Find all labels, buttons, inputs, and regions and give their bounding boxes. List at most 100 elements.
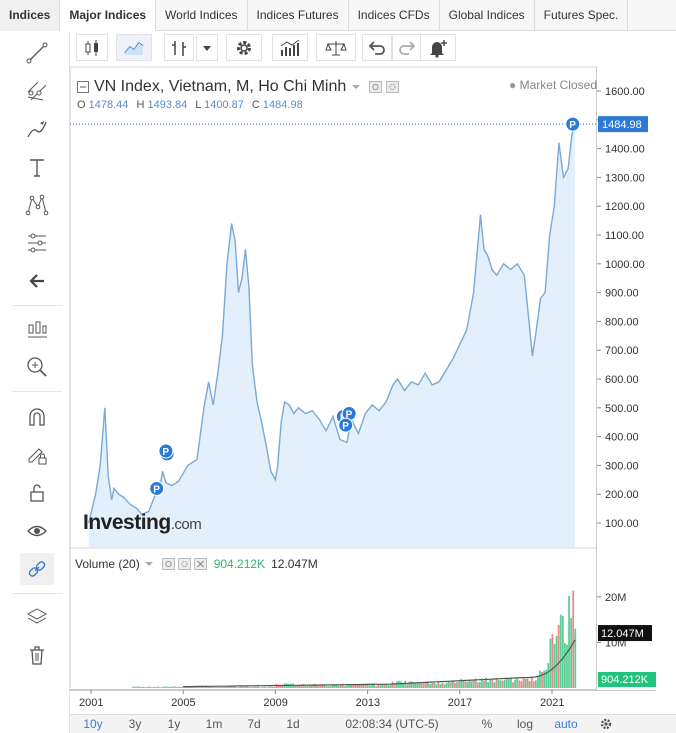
tab-futures-spec[interactable]: Futures Spec. <box>535 0 629 31</box>
volume-dropdown-icon[interactable] <box>144 559 154 569</box>
layers-icon[interactable] <box>20 601 54 633</box>
volume-bar <box>359 684 361 688</box>
trend-line-icon[interactable] <box>20 37 54 69</box>
volume-bar <box>180 687 182 688</box>
undo-icon[interactable] <box>362 34 392 61</box>
symbol-title[interactable]: VN Index, Vietnam, M, Ho Chi Minh <box>94 78 346 96</box>
volume-bar <box>184 686 186 688</box>
fib-icon[interactable] <box>20 227 54 259</box>
volume-bar <box>276 684 278 688</box>
volume-bar <box>137 686 139 688</box>
format-icon[interactable] <box>369 81 383 93</box>
compare-icon[interactable] <box>316 34 356 61</box>
volume-bar <box>398 681 400 688</box>
pattern-icon[interactable] <box>20 189 54 221</box>
magnet-icon[interactable] <box>20 401 54 433</box>
title-dropdown-icon[interactable] <box>351 82 361 92</box>
tab-world-indices[interactable]: World Indices <box>156 0 247 31</box>
volume-bar <box>531 678 533 688</box>
volume-bar <box>207 687 209 688</box>
volume-bar <box>516 678 518 688</box>
volume-format-icon[interactable] <box>162 558 176 570</box>
volume-settings-icon[interactable] <box>178 558 192 570</box>
tab-indices[interactable]: Indices <box>0 0 60 31</box>
volume-bar <box>452 681 454 688</box>
volume-ma-badge <box>598 625 652 641</box>
log-toggle[interactable]: log <box>502 717 548 731</box>
redo-icon[interactable] <box>392 34 422 61</box>
range-3y[interactable]: 3y <box>116 717 154 731</box>
text-icon[interactable] <box>20 151 54 183</box>
volume-ma-value: 12.047M <box>271 557 318 571</box>
volume-bar <box>564 643 566 688</box>
volume-bar <box>541 672 543 688</box>
volume-bar <box>518 680 520 688</box>
volume-bar <box>440 684 442 688</box>
volume-bar <box>566 645 568 688</box>
volume-bar <box>450 682 452 688</box>
volume-bar <box>213 687 215 688</box>
volume-label[interactable]: Volume (20) <box>75 557 140 571</box>
volume-bar <box>282 685 284 688</box>
tab-indices-cfds[interactable]: Indices CFDs <box>349 0 440 31</box>
link-icon[interactable] <box>20 553 54 585</box>
alert-icon[interactable] <box>420 34 456 61</box>
collapse-icon[interactable] <box>77 81 89 93</box>
volume-bar <box>323 685 325 688</box>
volume-bar <box>427 682 429 688</box>
zoom-icon[interactable] <box>20 351 54 383</box>
chart-widget: Indices Major Indices World Indices Indi… <box>0 0 676 733</box>
volume-bar <box>265 687 267 688</box>
tab-indices-futures[interactable]: Indices Futures <box>248 0 349 31</box>
range-7d[interactable]: 7d <box>234 717 274 731</box>
tab-major-indices[interactable]: Major Indices <box>60 0 156 31</box>
volume-bar <box>155 687 157 688</box>
pitchfork-icon[interactable] <box>20 75 54 107</box>
volume-bar <box>234 687 236 688</box>
source-settings-icon[interactable] <box>386 81 400 93</box>
bars-icon[interactable] <box>164 34 194 61</box>
range-1d[interactable]: 1d <box>274 717 312 731</box>
volume-close-icon[interactable] <box>194 558 208 570</box>
event-marker-label: P <box>153 484 160 495</box>
dropdown-icon[interactable] <box>196 34 218 61</box>
volume-bar <box>529 681 531 688</box>
tab-global-indices[interactable]: Global Indices <box>440 0 535 31</box>
ohlc-icon[interactable] <box>20 313 54 345</box>
event-marker-label: P <box>340 412 347 423</box>
volume-bar <box>149 687 151 688</box>
volume-bar <box>182 687 184 688</box>
volume-bar <box>236 687 238 688</box>
range-1m[interactable]: 1m <box>194 717 234 731</box>
volume-bar <box>301 684 303 688</box>
brush-icon[interactable] <box>20 113 54 145</box>
gear-icon[interactable] <box>584 717 628 732</box>
line-chart-icon[interactable] <box>116 34 152 61</box>
range-10y[interactable]: 10y <box>70 717 116 731</box>
lock-pencil-icon[interactable] <box>20 439 54 471</box>
indicators-icon[interactable] <box>272 34 308 61</box>
high-value: 1493.84 <box>147 99 187 111</box>
volume-bar <box>435 684 437 688</box>
range-1y[interactable]: 1y <box>154 717 194 731</box>
volume-bar <box>361 685 363 688</box>
auto-toggle[interactable]: auto <box>548 717 584 731</box>
trash-icon[interactable] <box>20 639 54 671</box>
volume-bar <box>464 681 466 688</box>
volume-bar <box>220 687 222 688</box>
volume-bar <box>514 680 516 688</box>
unlock-icon[interactable] <box>20 477 54 509</box>
back-arrow-icon[interactable] <box>20 265 54 297</box>
eye-icon[interactable] <box>20 515 54 547</box>
toolbar-divider <box>12 305 62 306</box>
volume-bar <box>352 684 354 688</box>
volume-bar <box>201 687 203 688</box>
event-marker <box>566 117 580 131</box>
settings-icon[interactable] <box>226 34 262 61</box>
volume-bar <box>466 682 468 688</box>
volume-bar <box>433 683 435 688</box>
volume-bar <box>338 686 340 688</box>
percent-toggle[interactable]: % <box>472 717 502 731</box>
candles-icon[interactable] <box>76 34 108 61</box>
event-marker <box>336 409 350 423</box>
